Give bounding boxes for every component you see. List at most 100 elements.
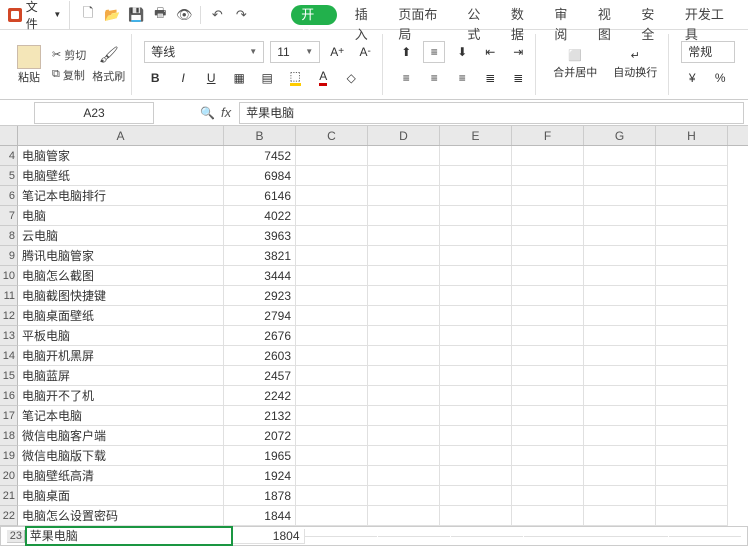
wrap-text-button[interactable]: ↵ 自动换行 [608,49,662,80]
cell[interactable] [296,326,368,346]
currency-button[interactable]: ¥ [681,67,703,89]
cell[interactable] [584,206,656,226]
cell[interactable]: 2603 [224,346,296,366]
cell[interactable]: 电脑管家 [18,146,224,166]
row-header[interactable]: 4 [0,146,18,166]
font-size-select[interactable]: 11▼ [270,41,320,63]
cell[interactable] [296,506,368,526]
cell[interactable] [512,166,584,186]
cell[interactable] [656,366,728,386]
cell[interactable] [368,366,440,386]
cell[interactable] [368,326,440,346]
select-all-corner[interactable] [0,126,18,145]
cell[interactable] [656,206,728,226]
cell[interactable] [512,226,584,246]
cell[interactable] [656,346,728,366]
cell[interactable] [440,446,512,466]
paste-button[interactable]: 粘贴 [12,45,46,85]
open-file-icon[interactable]: 📂 [104,7,120,23]
row-header[interactable]: 20 [0,466,18,486]
cell[interactable]: 1878 [224,486,296,506]
cell[interactable] [584,286,656,306]
redo-icon[interactable]: ↷ [233,7,249,23]
increase-indent-button[interactable]: ⇥ [507,41,529,63]
fill-color-button[interactable]: ⬚ [284,67,306,89]
underline-button[interactable]: U [200,67,222,89]
cell[interactable]: 云电脑 [18,226,224,246]
align-right-button[interactable]: ≡ [451,67,473,89]
cell[interactable] [440,186,512,206]
cell[interactable]: 电脑 [18,206,224,226]
cell[interactable]: 2457 [224,366,296,386]
cell[interactable] [656,146,728,166]
cell[interactable] [296,346,368,366]
row-header[interactable]: 9 [0,246,18,266]
percent-button[interactable]: % [709,67,731,89]
row-header[interactable]: 10 [0,266,18,286]
column-header-B[interactable]: B [224,126,296,145]
cell[interactable]: 3821 [224,246,296,266]
cell[interactable] [596,536,668,537]
font-name-select[interactable]: 等线▼ [144,41,264,63]
cell[interactable] [584,446,656,466]
cell[interactable] [656,446,728,466]
row-header[interactable]: 14 [0,346,18,366]
cell[interactable]: 电脑桌面壁纸 [18,306,224,326]
cell[interactable] [296,166,368,186]
cell[interactable] [368,186,440,206]
cell[interactable] [512,426,584,446]
fx-icon[interactable]: fx [221,105,231,120]
cell[interactable]: 6146 [224,186,296,206]
cell[interactable]: 平板电脑 [18,326,224,346]
cell[interactable] [584,366,656,386]
row-header[interactable]: 16 [0,386,18,406]
cell[interactable] [584,166,656,186]
row-header[interactable]: 12 [0,306,18,326]
cell[interactable]: 电脑壁纸 [18,166,224,186]
cell[interactable] [368,386,440,406]
cell[interactable] [656,326,728,346]
row-header[interactable]: 5 [0,166,18,186]
cell[interactable] [440,386,512,406]
cell[interactable] [656,286,728,306]
cell[interactable] [512,146,584,166]
row-header[interactable]: 11 [0,286,18,306]
cell[interactable] [368,406,440,426]
cell[interactable]: 笔记本电脑 [18,406,224,426]
name-box[interactable]: A23 [34,102,154,124]
cell[interactable]: 电脑截图快捷键 [18,286,224,306]
column-header-H[interactable]: H [656,126,728,145]
cell[interactable] [296,466,368,486]
cell[interactable] [656,186,728,206]
cell[interactable] [440,346,512,366]
decrease-indent-button[interactable]: ⇤ [479,41,501,63]
cell[interactable] [584,306,656,326]
cell[interactable]: 1844 [224,506,296,526]
cell[interactable] [440,146,512,166]
cell[interactable]: 2072 [224,426,296,446]
cell[interactable] [512,486,584,506]
cell[interactable] [656,266,728,286]
tab-页面布局[interactable]: 页面布局 [398,5,449,25]
cell[interactable] [512,326,584,346]
row-header[interactable]: 15 [0,366,18,386]
cell[interactable] [440,166,512,186]
tab-开始[interactable]: 开始 [291,5,337,25]
cell[interactable] [512,366,584,386]
cell[interactable] [656,426,728,446]
cell[interactable] [584,226,656,246]
cell[interactable] [656,246,728,266]
tab-审阅[interactable]: 审阅 [554,5,580,25]
cell[interactable] [656,226,728,246]
cell[interactable] [368,306,440,326]
cell[interactable] [440,366,512,386]
cell[interactable] [296,146,368,166]
column-header-E[interactable]: E [440,126,512,145]
merge-center-button[interactable]: ⬜ 合并居中 [548,49,602,80]
cell[interactable]: 笔记本电脑排行 [18,186,224,206]
row-header[interactable]: 13 [0,326,18,346]
cell[interactable] [440,206,512,226]
cell[interactable] [440,506,512,526]
cell[interactable] [368,166,440,186]
cell[interactable]: 2794 [224,306,296,326]
